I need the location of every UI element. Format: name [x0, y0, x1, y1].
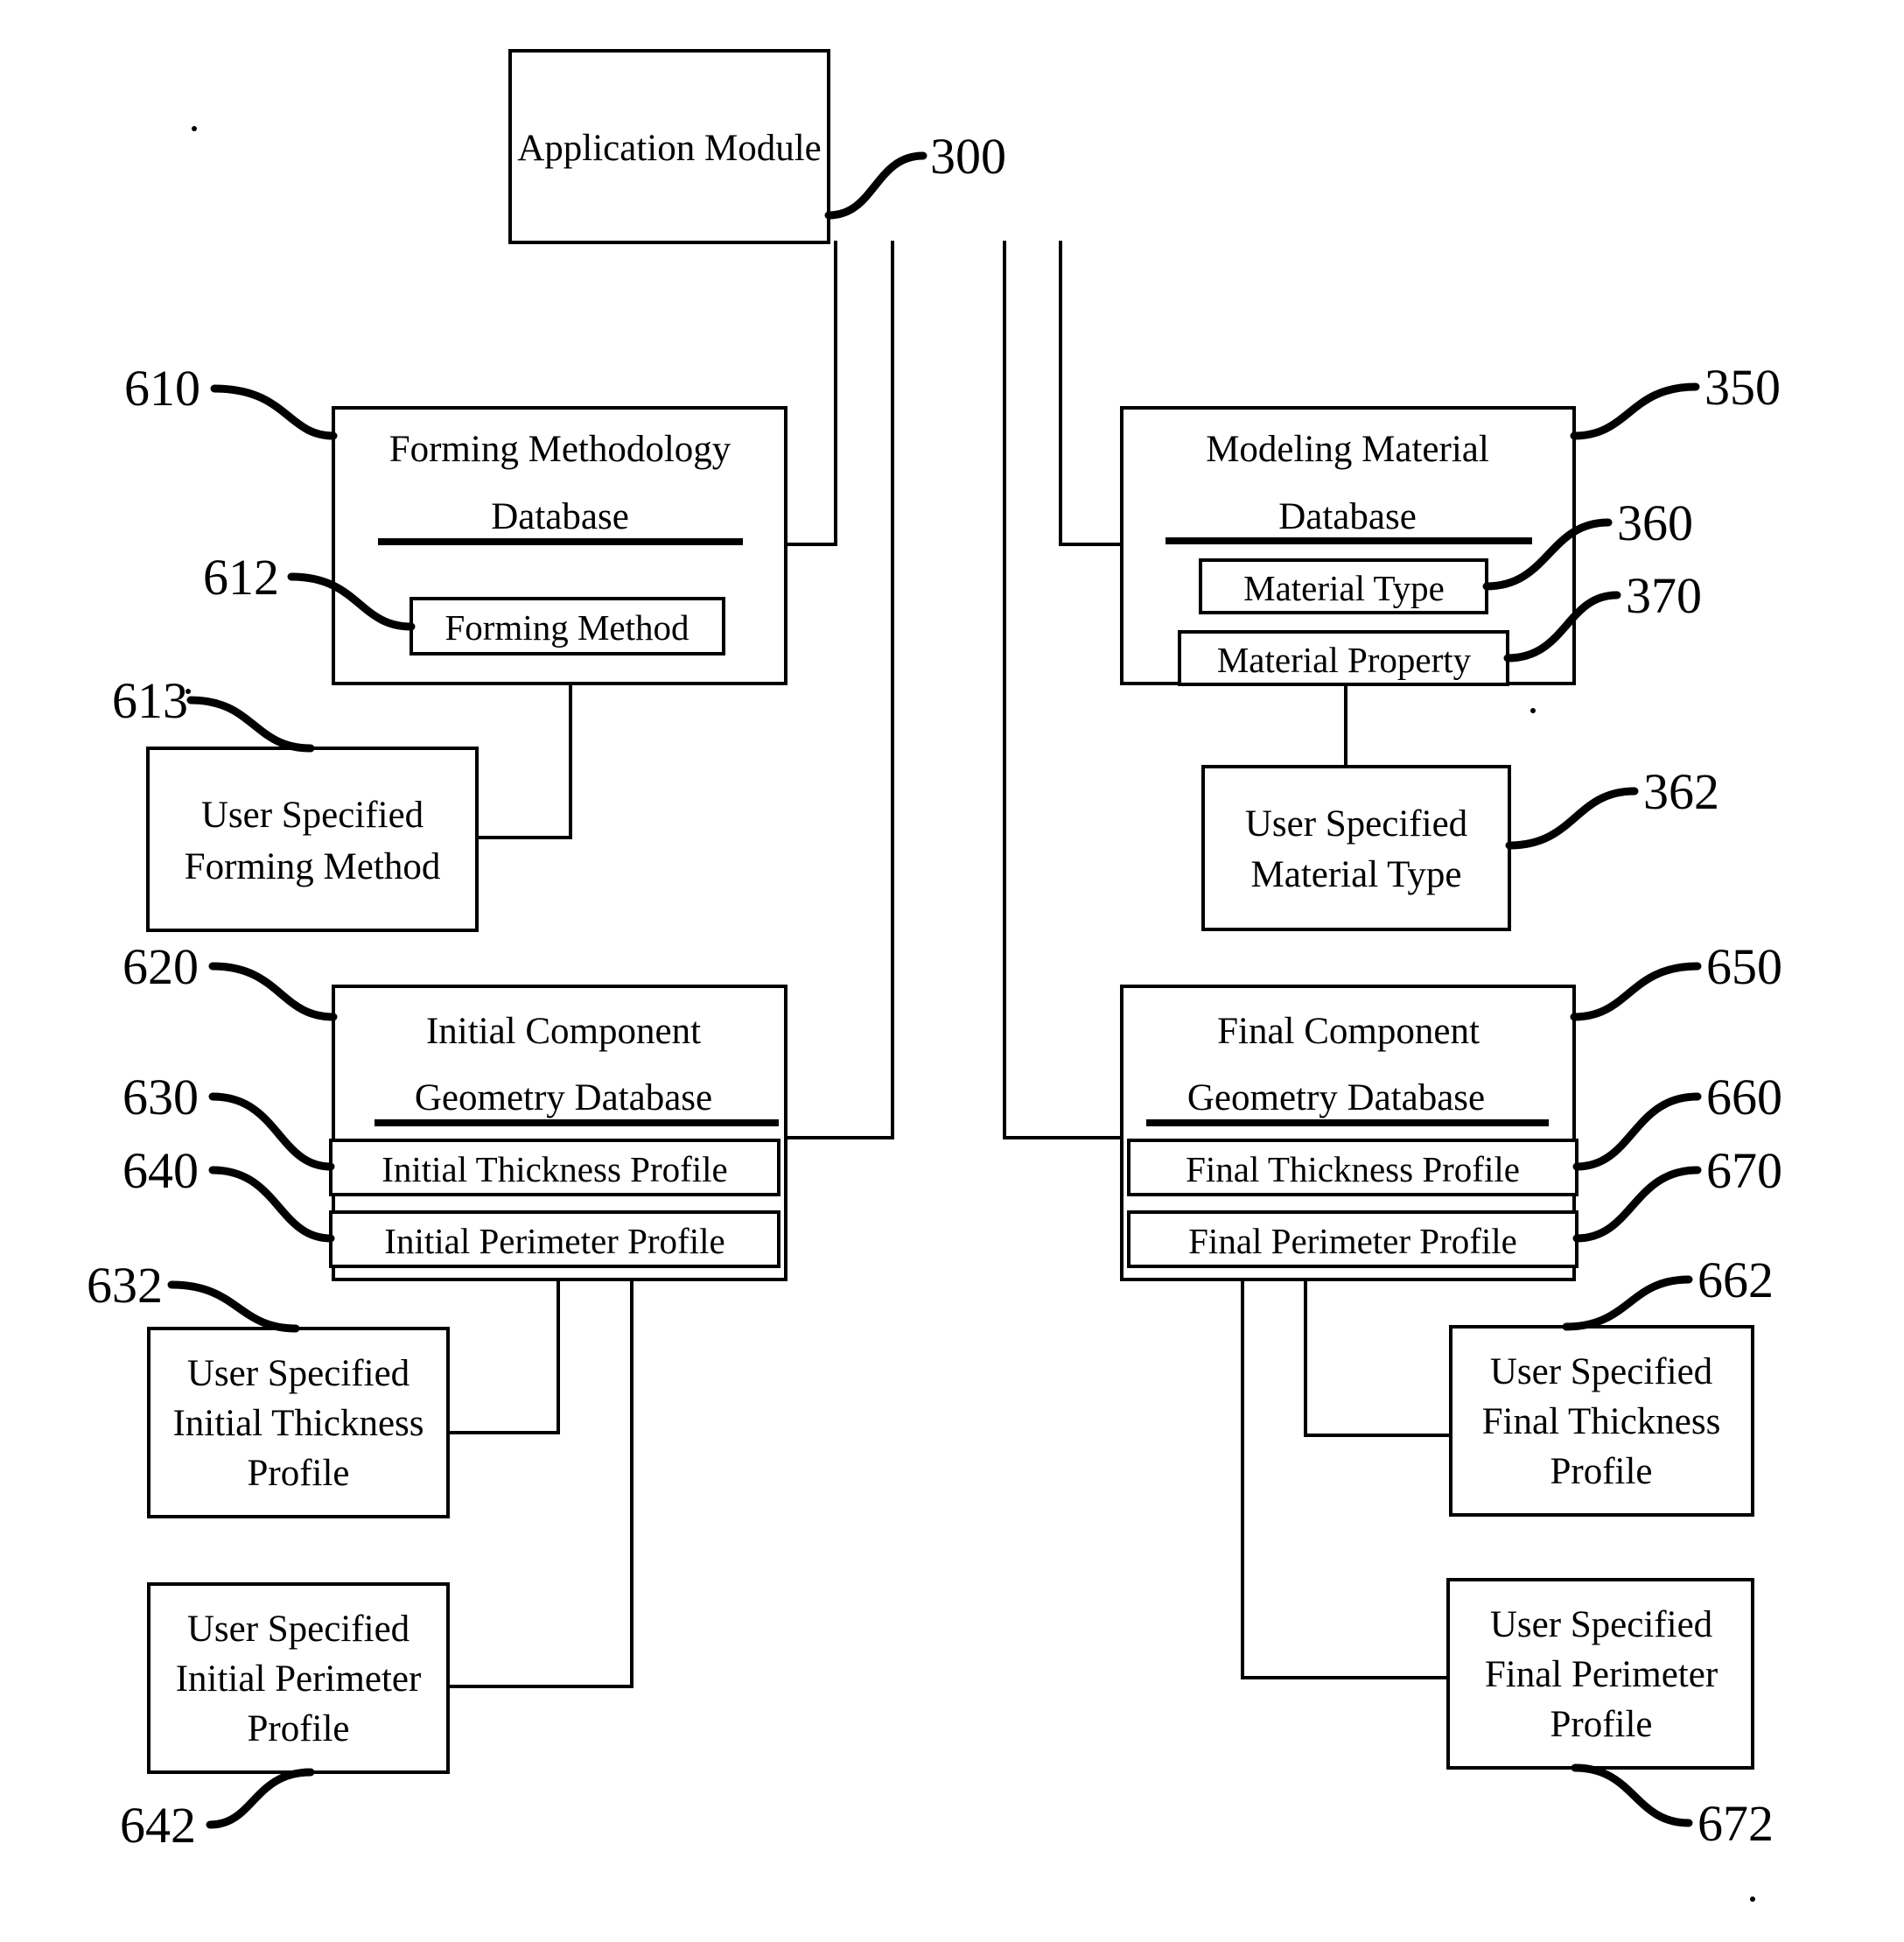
- user-specified-material-type-label-line2: Material Type: [1251, 854, 1462, 895]
- patent-figure: Application Module 300 Forming Methodolo…: [0, 0, 1904, 1942]
- leader-line-640: [208, 1166, 335, 1243]
- connector-initial-db-to-user-initial-perimeter: [446, 1278, 634, 1688]
- ref-number-672: 672: [1698, 1795, 1774, 1852]
- ref-number-362: 362: [1643, 763, 1719, 820]
- user-specified-material-type-box[interactable]: [1201, 765, 1511, 931]
- leader-line-642: [206, 1768, 315, 1829]
- user-specified-material-type-label-line1: User Specified: [1245, 803, 1467, 845]
- leader-line-662: [1562, 1275, 1693, 1331]
- scan-artifact-dot-mid-left: [186, 689, 191, 694]
- node-user-specified-initial-thickness-profile[interactable]: User Specified Initial Thickness Profile: [147, 1327, 450, 1518]
- ref-number-660: 660: [1706, 1069, 1782, 1125]
- scan-artifact-dot-top-left: [192, 126, 197, 131]
- modeling-material-database-label-line2: Database: [1278, 496, 1417, 537]
- user-specified-initial-perimeter-profile-label-line1: User Specified: [187, 1609, 410, 1650]
- connector-app-to-material-db: [1059, 241, 1124, 546]
- user-specified-initial-thickness-profile-label-line3: Profile: [247, 1453, 349, 1494]
- leader-line-362: [1505, 787, 1639, 850]
- connector-app-to-final-geometry-db: [1003, 241, 1124, 1139]
- user-specified-initial-perimeter-profile-label-line3: Profile: [247, 1708, 349, 1749]
- final-perimeter-profile-label: Final Perimeter Profile: [1188, 1221, 1517, 1261]
- leader-line-613: [186, 696, 315, 753]
- connector-app-to-initial-geometry-db: [784, 241, 894, 1139]
- modeling-material-database-label-line1: Modeling Material: [1206, 429, 1489, 470]
- initial-component-geometry-database-label-line1: Initial Component: [426, 1011, 701, 1052]
- ref-number-370: 370: [1626, 567, 1702, 624]
- leader-line-350: [1570, 382, 1700, 440]
- leader-line-610: [210, 384, 338, 440]
- ref-number-640: 640: [122, 1142, 199, 1199]
- user-specified-final-perimeter-profile-label-line3: Profile: [1550, 1704, 1652, 1745]
- ref-number-650: 650: [1706, 938, 1782, 995]
- initial-thickness-profile-label: Initial Thickness Profile: [382, 1149, 728, 1189]
- node-initial-thickness-profile[interactable]: Initial Thickness Profile: [329, 1139, 780, 1196]
- scan-artifact-dot-bottom-right: [1750, 1896, 1755, 1902]
- connector-app-to-forming-db: [784, 241, 837, 546]
- leader-line-300: [824, 151, 928, 220]
- final-component-geometry-database-label-line2: Geometry Database: [1187, 1077, 1485, 1118]
- ref-number-642: 642: [120, 1797, 196, 1854]
- node-forming-method[interactable]: Forming Method: [410, 597, 725, 656]
- connector-forming-db-to-user-forming-method: [475, 682, 572, 839]
- forming-methodology-database-label-line2: Database: [491, 496, 629, 537]
- application-module-label: Application Module: [517, 128, 822, 169]
- node-material-property[interactable]: Material Property: [1178, 630, 1509, 686]
- ref-number-620: 620: [122, 938, 199, 995]
- user-specified-initial-thickness-profile-label-line2: Initial Thickness: [172, 1403, 424, 1444]
- node-user-specified-material-type[interactable]: User Specified Material Type: [1201, 765, 1511, 931]
- ref-number-300: 300: [930, 128, 1006, 185]
- user-specified-forming-method-label-line1: User Specified: [201, 795, 424, 836]
- node-final-perimeter-profile[interactable]: Final Perimeter Profile: [1127, 1210, 1578, 1268]
- forming-method-label: Forming Method: [444, 607, 689, 648]
- leader-line-632: [167, 1280, 300, 1333]
- user-specified-forming-method-label-line2: Forming Method: [185, 846, 441, 887]
- ref-number-610: 610: [124, 360, 200, 417]
- node-material-type[interactable]: Material Type: [1199, 558, 1488, 614]
- user-specified-final-perimeter-profile-label-line1: User Specified: [1490, 1604, 1712, 1645]
- ref-number-630: 630: [122, 1069, 199, 1125]
- initial-component-geometry-database-label-line2: Geometry Database: [415, 1077, 712, 1118]
- user-specified-initial-thickness-profile-label-line1: User Specified: [187, 1353, 410, 1394]
- node-final-thickness-profile[interactable]: Final Thickness Profile: [1127, 1139, 1578, 1196]
- ref-number-632: 632: [87, 1257, 163, 1314]
- connector-final-db-to-user-final-perimeter: [1241, 1278, 1450, 1679]
- ref-number-662: 662: [1698, 1251, 1774, 1308]
- forming-methodology-database-label-line1: Forming Methodology: [389, 429, 732, 470]
- user-specified-final-thickness-profile-label-line1: User Specified: [1490, 1351, 1712, 1392]
- leader-line-660: [1572, 1092, 1702, 1171]
- leader-line-620: [208, 962, 338, 1021]
- node-user-specified-final-perimeter-profile[interactable]: User Specified Final Perimeter Profile: [1446, 1578, 1754, 1770]
- ref-number-350: 350: [1704, 359, 1781, 416]
- leader-line-672: [1571, 1763, 1693, 1827]
- connector-final-db-to-user-final-thickness: [1304, 1278, 1454, 1437]
- user-specified-final-thickness-profile-label-line2: Final Thickness: [1482, 1401, 1721, 1442]
- scan-artifact-dot-right: [1530, 708, 1536, 713]
- leader-line-670: [1572, 1166, 1702, 1243]
- block-diagram-canvas: Application Module 300 Forming Methodolo…: [87, 49, 1782, 1902]
- node-application-module[interactable]: Application Module: [508, 49, 830, 244]
- ref-number-360: 360: [1617, 494, 1693, 551]
- connector-initial-db-to-user-initial-thickness: [446, 1278, 560, 1434]
- initial-perimeter-profile-label: Initial Perimeter Profile: [384, 1221, 724, 1261]
- ref-number-613: 613: [112, 672, 188, 729]
- material-property-label: Material Property: [1217, 640, 1472, 680]
- node-user-specified-final-thickness-profile[interactable]: User Specified Final Thickness Profile: [1449, 1325, 1754, 1517]
- material-type-label: Material Type: [1243, 568, 1445, 608]
- ref-number-612: 612: [203, 549, 279, 606]
- final-component-geometry-database-label-line1: Final Component: [1217, 1011, 1480, 1052]
- final-thickness-profile-label: Final Thickness Profile: [1186, 1149, 1520, 1189]
- user-specified-forming-method-box[interactable]: [146, 747, 479, 932]
- node-user-specified-initial-perimeter-profile[interactable]: User Specified Initial Perimeter Profile: [147, 1582, 450, 1774]
- node-initial-perimeter-profile[interactable]: Initial Perimeter Profile: [329, 1210, 780, 1268]
- user-specified-initial-perimeter-profile-label-line2: Initial Perimeter: [176, 1658, 422, 1700]
- leader-line-630: [208, 1092, 335, 1171]
- ref-number-670: 670: [1706, 1142, 1782, 1199]
- user-specified-final-perimeter-profile-label-line2: Final Perimeter: [1485, 1654, 1718, 1695]
- node-user-specified-forming-method[interactable]: User Specified Forming Method: [146, 747, 479, 932]
- leader-line-650: [1570, 962, 1702, 1021]
- user-specified-final-thickness-profile-label-line3: Profile: [1550, 1451, 1652, 1492]
